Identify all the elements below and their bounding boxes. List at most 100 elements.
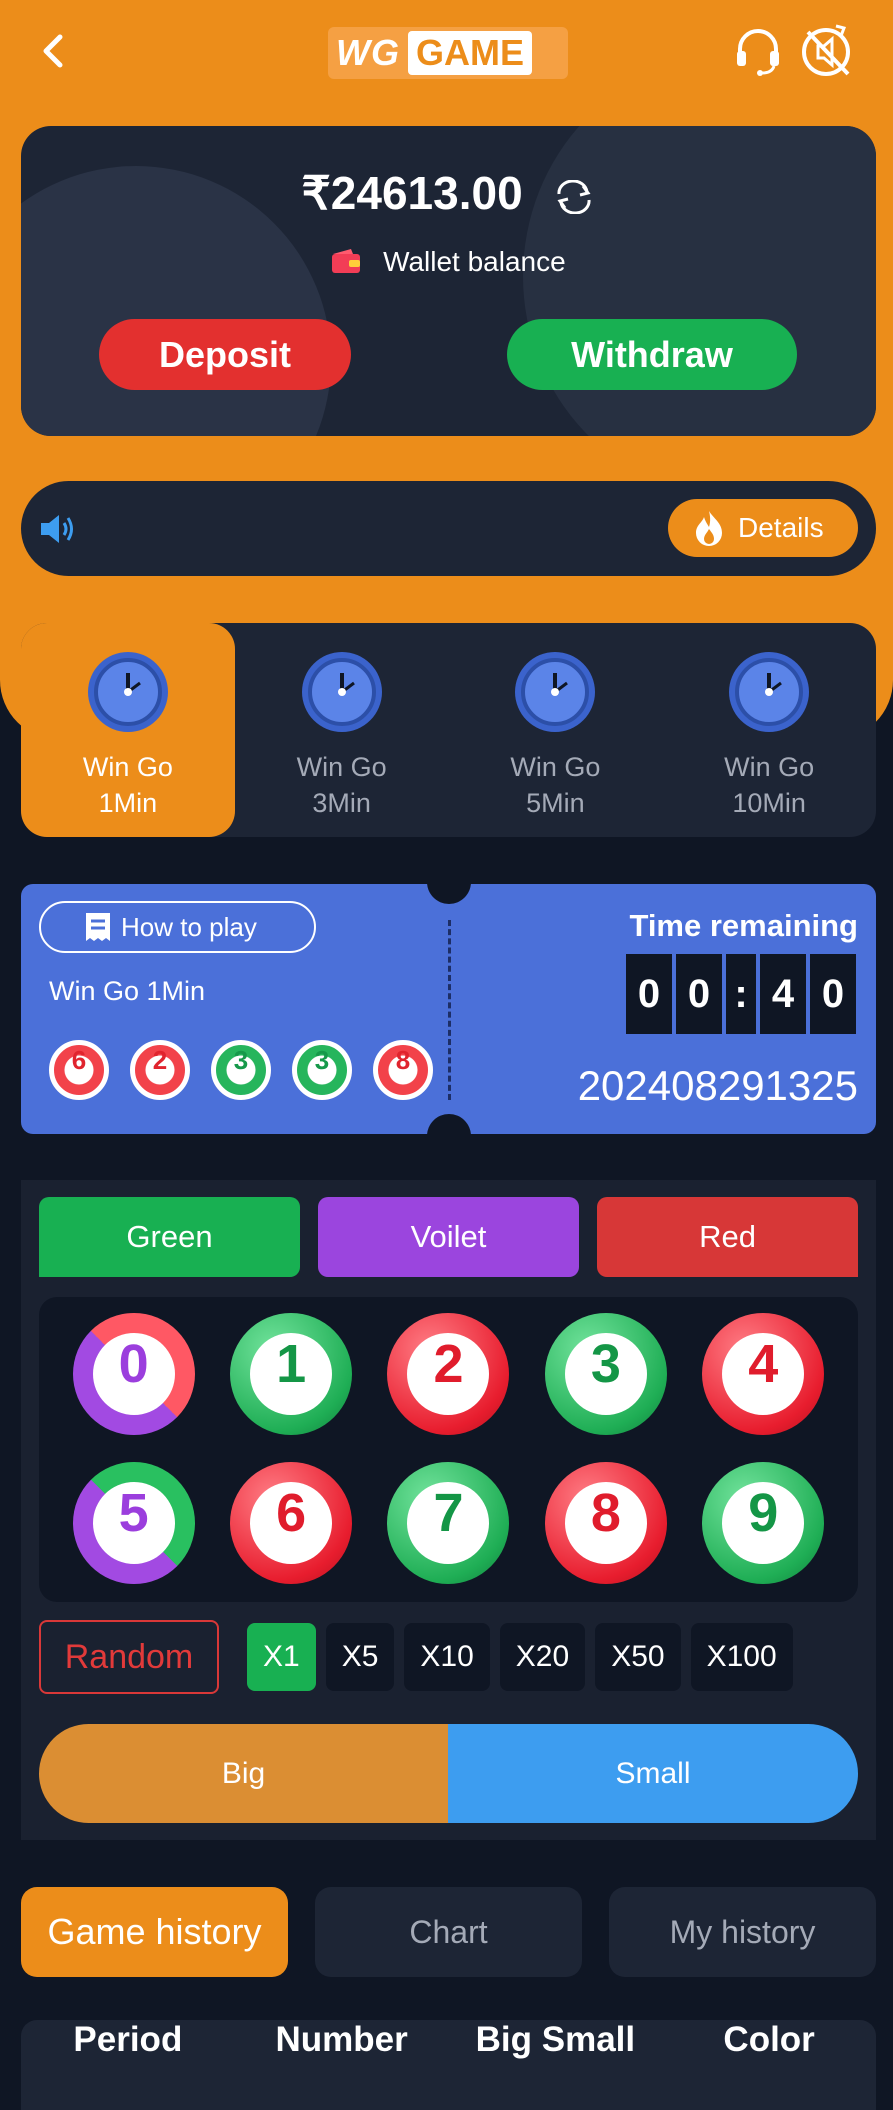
how-to-play-label: How to play [121, 912, 257, 942]
column-big-small: Big Small [475, 2020, 636, 2059]
column-color: Color [723, 2020, 815, 2059]
timer-digit: 0 [626, 954, 672, 1034]
bet-green-button[interactable]: Green [39, 1197, 300, 1277]
number-label: 9 [722, 1481, 805, 1564]
wallet-card: ₹24613.00 Wallet balance Deposit Withdra… [21, 126, 876, 436]
customer-support-icon[interactable] [732, 25, 784, 77]
number-label: 7 [407, 1481, 490, 1564]
result-ball: 6 [49, 1040, 109, 1100]
tab-label-line1: Win Go [724, 752, 815, 782]
number-ball-7[interactable]: 7 [387, 1461, 510, 1584]
refresh-icon[interactable] [553, 179, 595, 214]
tab-label-line2: 5Min [526, 788, 585, 818]
column-period: Period [73, 2020, 183, 2059]
result-ball: 3 [292, 1040, 352, 1100]
tab-label-line1: Win Go [296, 752, 387, 782]
timer-digit: 0 [810, 954, 856, 1034]
number-ball-5[interactable]: 5 [72, 1461, 195, 1584]
timer-digit: 4 [760, 954, 806, 1034]
app-logo: WG GAME [328, 27, 568, 79]
tab-label-line1: Win Go [82, 752, 173, 782]
column-number: Number [275, 2020, 408, 2059]
how-to-play-button[interactable]: How to play [39, 901, 316, 953]
number-label: 3 [564, 1333, 647, 1415]
history-tabs: Game history Chart My history [21, 1887, 876, 1977]
history-table-header: Period Number Big Small Color [21, 2020, 876, 2110]
wallet-icon [332, 249, 361, 273]
number-label: 5 [92, 1481, 175, 1564]
withdraw-button[interactable]: Withdraw [507, 319, 797, 390]
multiplier-x20[interactable]: X20 [499, 1623, 586, 1691]
number-ball-8[interactable]: 8 [544, 1461, 667, 1584]
multiplier-x5[interactable]: X5 [325, 1623, 395, 1691]
clock-icon [515, 652, 596, 732]
deposit-button[interactable]: Deposit [99, 319, 351, 390]
tab-win-go-10min[interactable]: Win Go 10Min [662, 623, 876, 837]
wallet-balance-label: Wallet balance [383, 246, 566, 277]
speaker-icon [41, 515, 73, 543]
number-label: 6 [250, 1481, 333, 1564]
tab-win-go-1min[interactable]: Win Go 1Min [21, 623, 235, 837]
multiplier-x1[interactable]: X1 [247, 1623, 316, 1691]
tab-label-line2: 10Min [732, 788, 806, 818]
tab-chart[interactable]: Chart [315, 1887, 582, 1977]
notice-bar: Details [21, 481, 876, 576]
clock-icon [301, 652, 382, 732]
result-ball: 2 [130, 1040, 190, 1100]
result-ball: 3 [211, 1040, 271, 1100]
number-ball-0[interactable]: 0 [72, 1313, 195, 1435]
ticket-notch [427, 884, 471, 904]
bet-violet-button[interactable]: Voilet [318, 1197, 579, 1277]
color-bet-row: Green Voilet Red [39, 1197, 858, 1277]
multiplier-row: Random X1 X5 X10 X20 X50 X100 [39, 1620, 793, 1694]
tab-label-line2: 1Min [98, 788, 158, 818]
multiplier-x10[interactable]: X10 [404, 1623, 490, 1691]
tab-win-go-5min[interactable]: Win Go 5Min [449, 623, 663, 837]
bet-big-button[interactable]: Big [39, 1724, 448, 1823]
clock-icon [87, 652, 168, 732]
countdown-timer: 0 0 : 4 0 [626, 954, 856, 1034]
top-bar: WG GAME [0, 0, 893, 104]
round-ticket: How to play Win Go 1Min 6 2 3 3 8 Time r… [21, 884, 876, 1134]
tab-my-history[interactable]: My history [609, 1887, 876, 1977]
timer-digit: 0 [676, 954, 722, 1034]
number-label: 8 [564, 1481, 647, 1564]
back-arrow-icon[interactable] [34, 28, 74, 74]
random-button[interactable]: Random [39, 1620, 219, 1694]
number-ball-6[interactable]: 6 [230, 1461, 353, 1584]
recent-results: 6 2 3 3 8 [49, 1040, 433, 1100]
clock-icon [729, 652, 810, 732]
details-button[interactable]: Details [668, 499, 858, 557]
result-ball: 8 [373, 1040, 433, 1100]
number-label: 2 [407, 1333, 490, 1415]
number-grid: 0 1 2 3 4 5 6 7 8 9 [39, 1297, 858, 1602]
wallet-balance-amount: ₹24613.00 [301, 167, 523, 219]
number-ball-9[interactable]: 9 [702, 1461, 825, 1584]
number-label: 1 [250, 1333, 333, 1415]
tab-label-line2: 3Min [312, 788, 371, 818]
number-ball-1[interactable]: 1 [230, 1313, 353, 1435]
ticket-divider [448, 920, 451, 1100]
period-number: 202408291325 [577, 1062, 858, 1109]
number-ball-2[interactable]: 2 [387, 1313, 510, 1435]
number-label: 0 [92, 1333, 175, 1415]
big-small-toggle: Big Small [39, 1724, 858, 1823]
tab-win-go-3min[interactable]: Win Go 3Min [235, 623, 449, 837]
bet-red-button[interactable]: Red [597, 1197, 858, 1277]
bet-small-button[interactable]: Small [448, 1724, 858, 1823]
logo-text-game: GAME [407, 31, 532, 75]
bet-panel: Green Voilet Red 0 1 2 3 4 5 6 7 8 9 Ran… [21, 1180, 876, 1840]
number-label: 4 [722, 1333, 805, 1415]
wallet-balance-label-row: Wallet balance [21, 246, 876, 278]
wallet-balance-row: ₹24613.00 [21, 166, 876, 220]
multiplier-x50[interactable]: X50 [595, 1623, 681, 1691]
timer-colon: : [726, 954, 756, 1034]
tab-game-history[interactable]: Game history [21, 1887, 288, 1977]
number-ball-4[interactable]: 4 [702, 1313, 825, 1435]
sound-off-icon[interactable] [798, 22, 854, 78]
multiplier-x100[interactable]: X100 [690, 1623, 793, 1691]
time-remaining-label: Time remaining [629, 908, 858, 943]
number-ball-3[interactable]: 3 [544, 1313, 667, 1435]
details-label: Details [738, 512, 824, 543]
document-icon [86, 913, 110, 941]
